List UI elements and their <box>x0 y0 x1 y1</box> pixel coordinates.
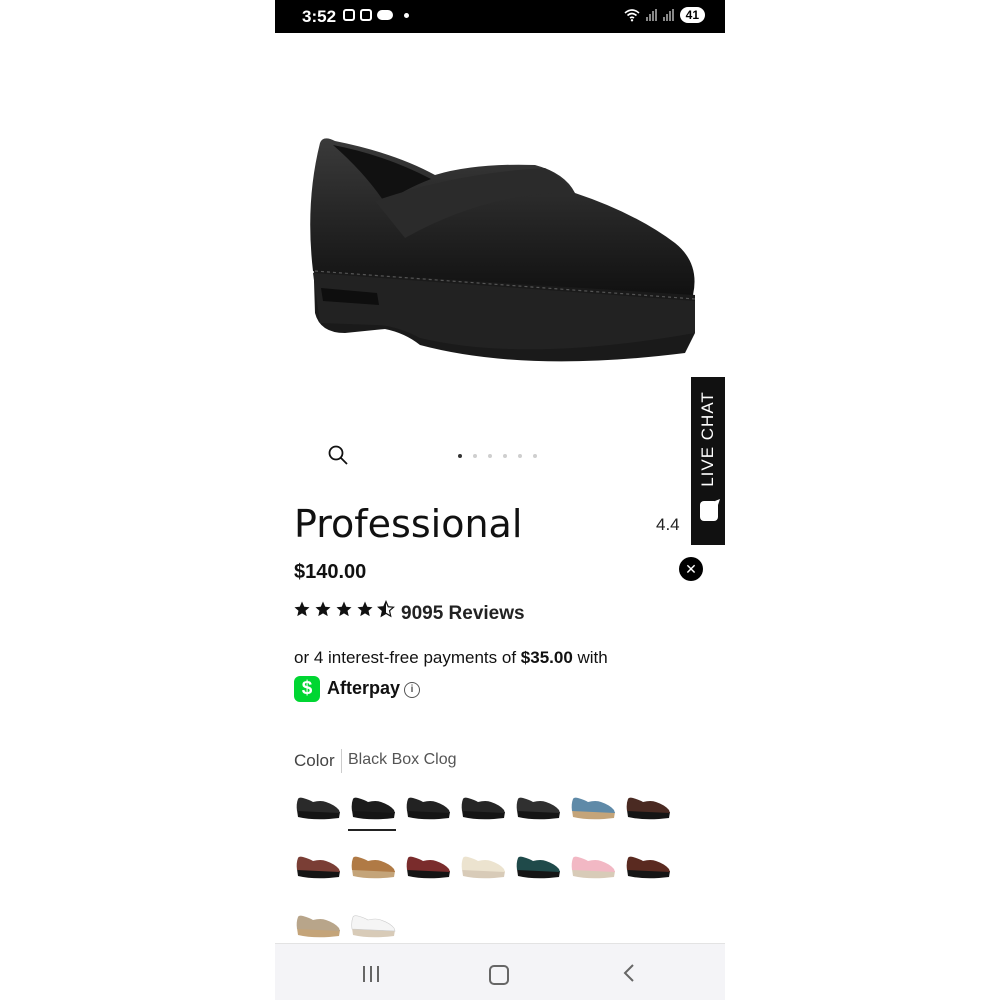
status-notification-icons <box>343 9 409 21</box>
signal-2-icon <box>662 9 674 21</box>
phone-screen: 3:52 41 LIVE CHAT 4.4 ✕ Professional $14… <box>275 0 725 1000</box>
zoom-icon[interactable] <box>327 444 349 466</box>
afterpay-amount: $35.00 <box>520 648 573 667</box>
screenshot-icon <box>343 9 355 21</box>
reviews-link[interactable]: 9095 Reviews <box>401 603 525 625</box>
color-swatch-brown[interactable] <box>625 792 673 822</box>
color-swatch-burgundy-tooled[interactable] <box>295 851 343 881</box>
color-swatch-black-patent-3[interactable] <box>515 792 563 822</box>
color-swatch-cream[interactable] <box>460 851 508 881</box>
color-swatch-black-box[interactable] <box>350 792 398 822</box>
color-swatch-iridescent[interactable] <box>515 851 563 881</box>
star-rating[interactable] <box>293 600 395 618</box>
gallery-dot[interactable] <box>458 454 462 458</box>
selected-swatch-underline <box>348 829 396 831</box>
color-swatch-pink[interactable] <box>570 851 618 881</box>
back-icon[interactable] <box>620 963 640 983</box>
status-bar: 3:52 41 <box>275 0 725 33</box>
rating-value: 4.4 <box>656 515 680 534</box>
gallery-dot[interactable] <box>473 454 477 458</box>
battery-indicator: 41 <box>679 7 705 23</box>
gallery-pagination <box>458 454 537 458</box>
black-clog-image <box>310 138 696 362</box>
chat-bubble-icon <box>700 499 720 521</box>
afterpay-message: or 4 interest-free payments of $35.00 wi… <box>294 648 608 668</box>
home-icon[interactable] <box>489 965 509 985</box>
color-swatch-black-patent-1[interactable] <box>405 792 453 822</box>
info-icon[interactable]: i <box>404 682 420 698</box>
selected-color-name: Black Box Clog <box>348 751 457 768</box>
gallery-dot[interactable] <box>518 454 522 458</box>
product-image[interactable] <box>275 33 725 473</box>
afterpay-brand: Afterpay <box>327 678 401 698</box>
star-full-icon <box>336 601 352 617</box>
afterpay-prefix: or 4 interest-free payments of <box>294 648 521 667</box>
status-system-icons: 41 <box>624 7 705 23</box>
color-swatch-black-oiled[interactable] <box>295 792 343 822</box>
gallery-dot[interactable] <box>533 454 537 458</box>
more-notifications-dot-icon <box>404 12 409 18</box>
color-swatch-mahogany[interactable] <box>625 851 673 881</box>
star-full-icon <box>294 601 310 617</box>
recents-icon[interactable] <box>363 966 379 982</box>
data-saver-icon <box>360 9 372 21</box>
color-swatch-black-patent-2[interactable] <box>460 792 508 822</box>
afterpay-suffix: with <box>572 648 608 667</box>
color-swatch-blue-tooled[interactable] <box>570 792 618 822</box>
cloud-icon <box>377 10 393 20</box>
color-swatch-taupe[interactable] <box>295 910 343 940</box>
live-chat-button[interactable]: LIVE CHAT <box>691 377 725 545</box>
status-time: 3:52 <box>302 7 337 26</box>
color-swatch-tan[interactable] <box>350 851 398 881</box>
product-price: $140.00 <box>294 561 367 583</box>
signal-1-icon <box>645 9 657 21</box>
color-swatch-white[interactable] <box>350 910 398 940</box>
color-divider <box>341 749 342 773</box>
star-half-icon <box>377 600 395 618</box>
wifi-icon <box>624 9 640 22</box>
cash-app-icon: $ <box>294 676 320 702</box>
gallery-dot[interactable] <box>503 454 507 458</box>
star-full-icon <box>315 601 331 617</box>
gallery-dot[interactable] <box>488 454 492 458</box>
color-label: Color <box>294 751 335 770</box>
close-icon[interactable]: ✕ <box>679 557 703 581</box>
live-chat-label: LIVE CHAT <box>698 391 717 487</box>
star-full-icon <box>357 601 373 617</box>
android-nav-bar <box>275 943 725 1000</box>
color-swatch-wine-patent[interactable] <box>405 851 453 881</box>
product-title: Professional <box>294 502 523 546</box>
